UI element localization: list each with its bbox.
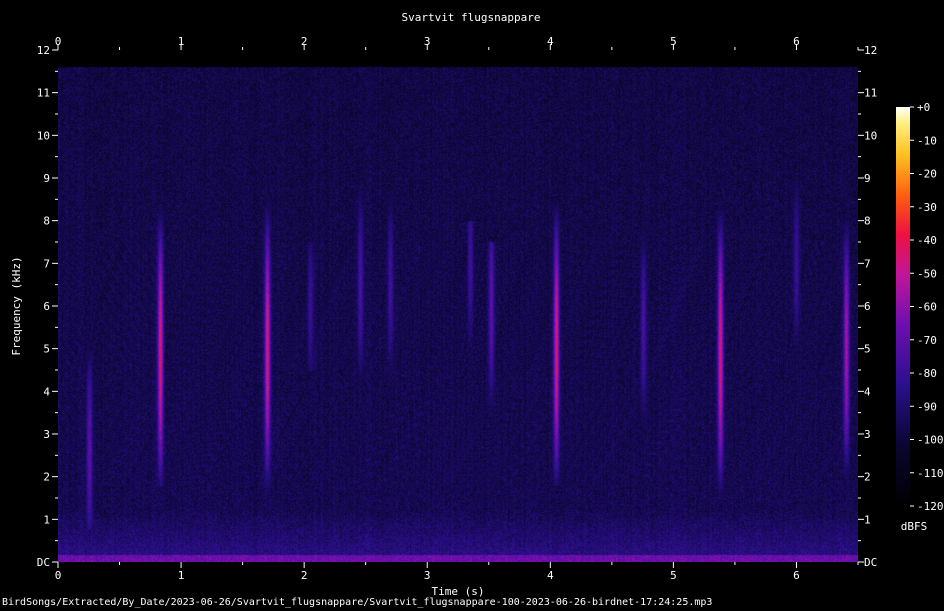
colorbar-tick-label: -110: [917, 467, 944, 480]
y-tick-label-right: 12: [864, 44, 877, 57]
y-tick-label-right: 9: [864, 172, 871, 185]
colorbar-ticks: +0 -10 -20 -30 -40 -50 -60 -70 -80 -90 -100 -110 -12…: [910, 101, 944, 513]
x-tick-label-top: 2: [301, 35, 308, 48]
y-tick-label-right: 3: [864, 428, 871, 441]
colorbar-tick-label: +0: [917, 101, 930, 114]
spectrogram-figure: Svartvit flugsnappare 0123456 0123456 DC…: [10, 11, 944, 598]
colorbar-tick-label: -30: [917, 201, 937, 214]
y-tick-label-right: 7: [864, 257, 871, 270]
y-tick-label: 4: [43, 385, 50, 398]
y-tick-label: 7: [43, 257, 50, 270]
y-tick-label-right: DC: [864, 556, 877, 569]
y-tick-label-right: 1: [864, 513, 871, 526]
x-tick-label: 4: [547, 569, 554, 582]
x-tick-label: 3: [424, 569, 431, 582]
colorbar-tick-label: -70: [917, 334, 937, 347]
colorbar-gradient: [896, 107, 910, 506]
x-tick-label-top: 1: [178, 35, 185, 48]
colorbar-tick-label: -80: [917, 367, 937, 380]
y-tick-label: 11: [37, 87, 50, 100]
y-tick-label-right: 4: [864, 385, 871, 398]
y-tick-label: 6: [43, 300, 50, 313]
top-axis: 0 1 2 3 4 5 6: [55, 35, 859, 50]
colorbar-tick-label: -20: [917, 168, 937, 181]
x-tick-label-top: 6: [793, 35, 800, 48]
x-tick-label: 2: [301, 569, 308, 582]
y-tick-label: 3: [43, 428, 50, 441]
colorbar-label: dBFS: [901, 520, 928, 533]
colorbar-tick-label: -40: [917, 234, 937, 247]
y-tick-label: 12: [37, 44, 50, 57]
y-tick-label-right: 11: [864, 87, 877, 100]
colorbar: +0 -10 -20 -30 -40 -50 -60 -70 -80 -90 -100 -110 -12…: [896, 101, 944, 533]
plot-area: 0123456 0123456 DC123456789101112 DC1234…: [37, 35, 878, 582]
x-tick-label: 1: [178, 569, 185, 582]
y-tick-label-right: 6: [864, 300, 871, 313]
y-tick-label-right: 5: [864, 343, 871, 356]
y-tick-label-right: 2: [864, 471, 871, 484]
x-tick-label-top: 5: [670, 35, 677, 48]
y-tick-label: 5: [43, 343, 50, 356]
bottom-axis: 0 1 2 3 4 5 6: [55, 562, 859, 582]
colorbar-tick-label: -90: [917, 400, 937, 413]
y-tick-label: 10: [37, 129, 50, 142]
spectrogram-image: [58, 50, 858, 562]
y-tick-label: 9: [43, 172, 50, 185]
colorbar-tick-label: -50: [917, 267, 937, 280]
x-tick-label-top: 3: [424, 35, 431, 48]
y-axis-label: Frequency (kHz): [10, 256, 23, 355]
colorbar-tick-label: -120: [917, 500, 944, 513]
x-tick-label: 0: [55, 569, 62, 582]
colorbar-tick-label: -100: [917, 434, 944, 447]
x-tick-label: 5: [670, 569, 677, 582]
x-tick-label: 6: [793, 569, 800, 582]
y-tick-label: DC: [37, 556, 50, 569]
colorbar-tick-label: -10: [917, 134, 937, 147]
x-tick-label-top: 0: [55, 35, 62, 48]
x-tick-label-top: 4: [547, 35, 554, 48]
y-tick-label: 8: [43, 215, 50, 228]
source-filename: BirdSongs/Extracted/By_Date/2023-06-26/S…: [2, 597, 713, 608]
right-axis: DC123456789101112: [858, 44, 877, 569]
y-tick-label: 2: [43, 471, 50, 484]
y-tick-label-right: 10: [864, 129, 877, 142]
left-axis: DC123456789101112: [37, 44, 58, 569]
colorbar-tick-label: -60: [917, 301, 937, 314]
y-tick-label-right: 8: [864, 215, 871, 228]
chart-title: Svartvit flugsnappare: [401, 11, 540, 24]
y-tick-label: 1: [43, 513, 50, 526]
